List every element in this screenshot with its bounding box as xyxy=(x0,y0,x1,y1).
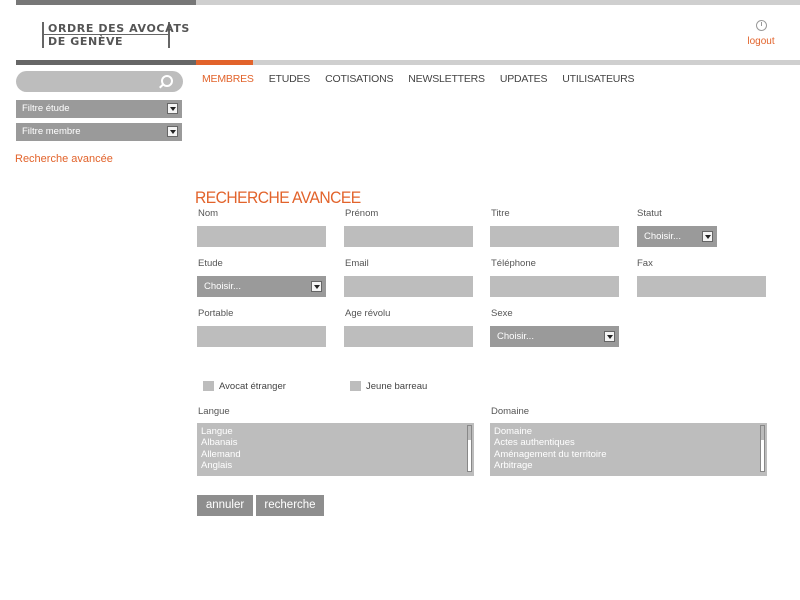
jeune-barreau-label[interactable]: Jeune barreau xyxy=(366,381,427,392)
filter-membre-label: Filtre membre xyxy=(22,126,81,137)
chevron-down-icon[interactable] xyxy=(604,331,615,342)
telephone-label: Téléphone xyxy=(491,258,536,269)
telephone-field[interactable] xyxy=(490,276,619,297)
email-field[interactable] xyxy=(344,276,473,297)
top-bar-dark xyxy=(16,0,196,5)
statut-select[interactable]: Choisir... xyxy=(637,226,717,247)
list-item[interactable]: Aménagement du territoire xyxy=(494,449,763,460)
prenom-field[interactable] xyxy=(344,226,473,247)
jeune-barreau-checkbox[interactable] xyxy=(350,381,361,391)
power-icon[interactable] xyxy=(755,20,767,31)
search-icon[interactable] xyxy=(161,75,173,87)
nom-label: Nom xyxy=(198,208,219,219)
logo: ORDRE DES AVOCATS DE GENÈVE xyxy=(42,22,189,48)
email-label: Email xyxy=(345,258,369,269)
search-input[interactable] xyxy=(16,71,183,92)
sexe-label: Sexe xyxy=(491,308,513,319)
prenom-label: Prénom xyxy=(345,208,379,219)
scrollbar[interactable] xyxy=(467,425,472,472)
header-divider-left xyxy=(16,60,196,65)
header-divider-right xyxy=(253,60,800,65)
nav-item-membres[interactable]: MEMBRES xyxy=(202,73,254,89)
list-item[interactable]: Domaine xyxy=(494,426,763,437)
statut-label: Statut xyxy=(637,208,662,219)
langue-listbox[interactable]: Langue Albanais Allemand Anglais xyxy=(197,423,474,476)
list-item[interactable]: Langue xyxy=(201,426,470,437)
etude-value: Choisir... xyxy=(204,281,241,292)
filter-membre-select[interactable]: Filtre membre xyxy=(16,123,182,141)
top-bar-light xyxy=(196,0,800,5)
page-title: RECHERCHE AVANCEE xyxy=(195,188,361,207)
age-field[interactable] xyxy=(344,326,473,347)
logout-label[interactable]: logout xyxy=(741,36,781,47)
portable-field[interactable] xyxy=(197,326,326,347)
avocat-etranger-checkbox[interactable] xyxy=(203,381,214,391)
portable-label: Portable xyxy=(198,308,234,319)
scrollbar[interactable] xyxy=(760,425,765,472)
fax-label: Fax xyxy=(637,258,653,269)
list-item[interactable]: Anglais xyxy=(201,460,470,471)
fax-field[interactable] xyxy=(637,276,766,297)
chevron-down-icon[interactable] xyxy=(167,103,178,114)
chevron-down-icon[interactable] xyxy=(167,126,178,137)
statut-value: Choisir... xyxy=(644,231,681,242)
chevron-down-icon[interactable] xyxy=(702,231,713,242)
nom-field[interactable] xyxy=(197,226,326,247)
chevron-down-icon[interactable] xyxy=(311,281,322,292)
logout-button[interactable]: logout xyxy=(741,20,781,47)
list-item[interactable]: Albanais xyxy=(201,437,470,448)
advanced-search-link[interactable]: Recherche avancée xyxy=(15,153,113,165)
nav-item-newsletters[interactable]: NEWSLETTERS xyxy=(408,73,485,89)
list-item[interactable]: Allemand xyxy=(201,449,470,460)
titre-label: Titre xyxy=(491,208,510,219)
header-divider-active xyxy=(196,60,253,65)
titre-field[interactable] xyxy=(490,226,619,247)
domaine-label: Domaine xyxy=(491,406,530,417)
etude-select[interactable]: Choisir... xyxy=(197,276,326,297)
search-button[interactable]: recherche xyxy=(256,495,324,516)
nav-item-cotisations[interactable]: COTISATIONS xyxy=(325,73,393,89)
filter-etude-select[interactable]: Filtre étude xyxy=(16,100,182,118)
avocat-etranger-label[interactable]: Avocat étranger xyxy=(219,381,286,392)
logo-line2: DE GENÈVE xyxy=(48,35,124,48)
nav-item-utilisateurs[interactable]: UTILISATEURS xyxy=(562,73,634,89)
main-nav: MEMBRES ETUDES COTISATIONS NEWSLETTERS U… xyxy=(202,73,649,89)
age-label: Age révolu xyxy=(345,308,391,319)
list-item[interactable]: Arbitrage xyxy=(494,460,763,471)
domaine-listbox[interactable]: Domaine Actes authentiques Aménagement d… xyxy=(490,423,767,476)
sexe-select[interactable]: Choisir... xyxy=(490,326,619,347)
etude-label: Etude xyxy=(198,258,223,269)
cancel-button[interactable]: annuler xyxy=(197,495,253,516)
list-item[interactable]: Actes authentiques xyxy=(494,437,763,448)
langue-label: Langue xyxy=(198,406,230,417)
nav-item-etudes[interactable]: ETUDES xyxy=(269,73,311,89)
sexe-value: Choisir... xyxy=(497,331,534,342)
nav-item-updates[interactable]: UPDATES xyxy=(500,73,548,89)
logo-left-bar xyxy=(42,22,44,48)
filter-etude-label: Filtre étude xyxy=(22,103,70,114)
